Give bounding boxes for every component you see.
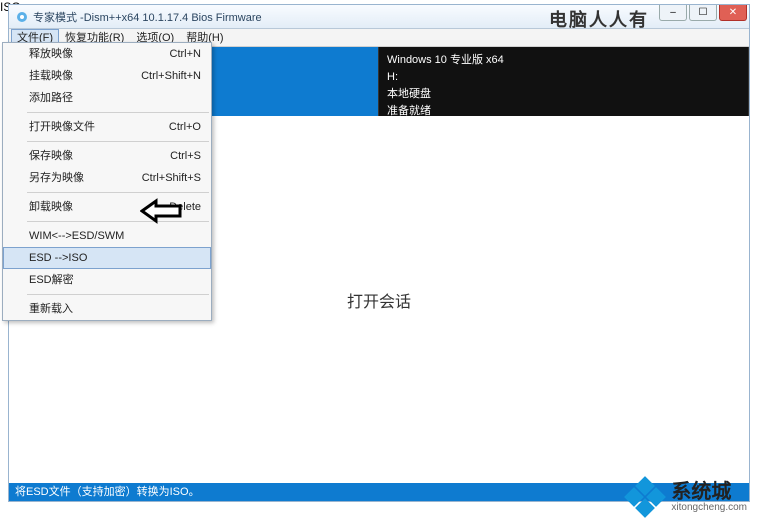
menu-item-label: 打开映像文件 — [29, 119, 95, 135]
menu-item-label: ESD -->ISO — [29, 250, 87, 266]
app-icon — [15, 10, 29, 24]
panel-disk-type: 本地硬盘 — [387, 87, 740, 102]
panel-drive: H: — [387, 70, 740, 85]
menu-item-shortcut: Ctrl+N — [170, 46, 201, 62]
menu-separator — [27, 192, 209, 193]
menu-item-shortcut: Ctrl+S — [170, 148, 201, 164]
open-session-label[interactable]: 打开会话 — [347, 288, 411, 312]
arrow-annotation-icon — [140, 198, 182, 227]
window-title: 专家模式 -Dism++x64 10.1.17.4 Bios Firmware — [33, 9, 262, 25]
titlebar: 专家模式 -Dism++x64 10.1.17.4 Bios Firmware … — [9, 5, 749, 29]
menu-mount-image[interactable]: 挂载映像 Ctrl+Shift+N — [3, 65, 211, 87]
menu-wim-esd-swm[interactable]: WIM<-->ESD/SWM — [3, 225, 211, 247]
menu-esd-to-iso[interactable]: ESD -->ISO — [3, 247, 211, 269]
menu-reimport[interactable]: 重新载入 — [3, 298, 211, 320]
menu-item-label: WIM<-->ESD/SWM — [29, 228, 124, 244]
maximize-button[interactable]: ☐ — [689, 5, 717, 21]
menu-item-shortcut: Ctrl+Shift+N — [141, 68, 201, 84]
status-text: 将ESD文件（支持加密）转换为ISO。 — [15, 486, 200, 498]
menu-separator — [27, 141, 209, 142]
menu-item-shortcut: Ctrl+Shift+S — [142, 170, 201, 186]
panel-os-name: Windows 10 专业版 x64 — [387, 53, 740, 68]
menu-item-label: 添加路径 — [29, 90, 73, 106]
menu-add-path[interactable]: 添加路径 — [3, 87, 211, 109]
menu-item-label: 释放映像 — [29, 46, 73, 62]
menu-item-shortcut: Ctrl+O — [169, 119, 201, 135]
brand-logo: 系统城 xitongcheng.com — [625, 477, 747, 517]
menu-release-image[interactable]: 释放映像 Ctrl+N — [3, 43, 211, 65]
menu-item-label: ESD解密 — [29, 272, 74, 288]
menu-esd-decrypt[interactable]: ESD解密 — [3, 269, 211, 291]
menu-open-image[interactable]: 打开映像文件 Ctrl+O — [3, 116, 211, 138]
session-panel-right[interactable]: Windows 10 专业版 x64 H: 本地硬盘 准备就绪 — [379, 47, 749, 116]
brand-name-en: xitongcheng.com — [671, 502, 747, 513]
menu-separator — [27, 294, 209, 295]
menu-separator — [27, 112, 209, 113]
close-button[interactable]: ✕ — [719, 5, 747, 21]
menu-item-label: 卸载映像 — [29, 199, 73, 215]
menu-save-as-image[interactable]: 另存为映像 Ctrl+Shift+S — [3, 167, 211, 189]
brand-name-cn: 系统城 — [671, 482, 747, 502]
minimize-button[interactable]: – — [659, 5, 687, 21]
watermark-text: 电脑人人有 — [549, 6, 649, 32]
menu-save-image[interactable]: 保存映像 Ctrl+S — [3, 145, 211, 167]
brand-text: 系统城 xitongcheng.com — [671, 482, 747, 513]
brand-diamonds-icon — [625, 477, 665, 517]
menu-item-label: 重新载入 — [29, 301, 73, 317]
window-controls: – ☐ ✕ — [659, 5, 747, 21]
menu-item-label: 保存映像 — [29, 148, 73, 164]
menu-item-label: 另存为映像 — [29, 170, 84, 186]
file-dropdown-menu: 释放映像 Ctrl+N 挂载映像 Ctrl+Shift+N 添加路径 打开映像文… — [2, 42, 212, 321]
menu-item-label: 挂载映像 — [29, 68, 73, 84]
